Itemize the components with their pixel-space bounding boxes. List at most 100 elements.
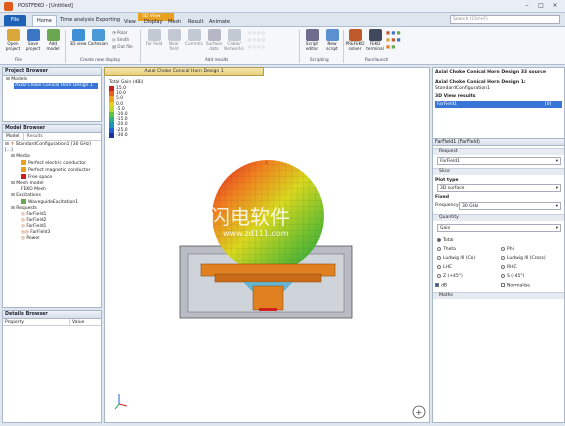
script-editor-button[interactable]: Script editor — [302, 29, 322, 51]
cartesian-graph-icon — [91, 29, 105, 41]
title-bar: POSTFEKO - [Untitled] – □ × — [0, 0, 565, 13]
details-browser-title: Details Browser — [3, 311, 101, 319]
waveguide-port — [259, 308, 277, 311]
quantity-radio[interactable]: Z (+45°) — [437, 272, 475, 281]
out-file-button[interactable]: ▤ Out file — [112, 44, 133, 49]
surface-data-button[interactable]: Surface data — [204, 29, 224, 51]
polar-button[interactable]: ◔ Polar — [112, 30, 127, 35]
feko-terminal-button[interactable]: FEKO terminal — [365, 29, 385, 51]
tab-file[interactable]: File — [4, 15, 26, 26]
smith-button[interactable]: ◎ Smith — [112, 37, 129, 42]
col-property: Property — [5, 320, 25, 325]
db-checkbox[interactable]: dB — [435, 283, 447, 289]
section-maths[interactable]: Maths — [433, 292, 564, 299]
maximize-button[interactable]: □ — [534, 2, 548, 10]
new-script-button[interactable]: New script — [322, 29, 342, 51]
config-icon: ♆ — [10, 142, 15, 147]
open-project-button[interactable]: Open project — [3, 29, 23, 51]
chevron-down-icon: ▾ — [555, 226, 558, 231]
prefeko-solver-button[interactable]: PREFEKO solver — [345, 29, 365, 51]
tree-item-request[interactable]: ◎ Power — [21, 236, 99, 242]
axis-z-label: z — [265, 160, 268, 166]
group-label-create: Create new display — [80, 57, 121, 62]
request-dropdown[interactable]: FarField1 ▾ — [437, 157, 561, 165]
launch-icons[interactable]: ■ ■ ■ — [386, 30, 401, 35]
result-row-farfield1[interactable]: FarField1 [0] — [435, 101, 562, 108]
ribbon-separator — [343, 30, 344, 63]
ribbon-separator — [65, 30, 66, 63]
far-field-icon — [147, 29, 161, 41]
frequency-dropdown[interactable]: 30 GHz ▾ — [459, 202, 561, 210]
section-request[interactable]: Request — [433, 148, 564, 155]
axis-triad-y — [114, 403, 120, 410]
frequency-label: Frequency — [435, 203, 459, 208]
tree-item-model[interactable]: Axial Choke Conical Horn Design 1 — [14, 83, 98, 89]
quantity-radio[interactable]: LHC — [437, 263, 475, 272]
section-slice[interactable]: Slice — [433, 168, 564, 175]
add-model-button[interactable]: Add model — [43, 29, 63, 51]
quantity-radio[interactable]: Phi — [501, 245, 546, 254]
quantity-radio[interactable]: RHC — [501, 263, 546, 272]
script-editor-icon — [305, 29, 319, 41]
plot-type-label: Plot type — [435, 178, 459, 183]
power-icon: ◎ — [21, 236, 25, 241]
tree-item-media-pmc[interactable]: Perfect magnetic conductor — [21, 167, 99, 174]
cable-networks-button[interactable]: Cable/ Networks — [224, 29, 244, 51]
3d-view-button[interactable]: 3D view — [68, 29, 88, 47]
tree-item-waveguide-excitation[interactable]: WaveguideExcitation1 — [21, 199, 99, 206]
plot-type-dropdown[interactable]: 3D surface ▾ — [437, 184, 561, 192]
excitation-icon — [21, 199, 26, 204]
legend-title: Total Gain (dBi) — [109, 80, 144, 85]
quantity-radio[interactable]: Total — [437, 236, 475, 245]
cartesian-button[interactable]: Cartesian — [88, 29, 108, 47]
config-label: StandardConfiguration1 — [435, 86, 490, 91]
project-browser: Project Browser ⊟ Models Axial Choke Con… — [2, 67, 102, 122]
surface-data-icon — [207, 29, 221, 41]
far-field-icon: ◎◎ — [21, 230, 29, 235]
3d-scene[interactable]: z 闪电软件 www.zd111.com + — [105, 68, 431, 424]
chevron-down-icon: ▾ — [555, 159, 558, 164]
plus-icon: + — [416, 408, 423, 417]
viewport-tab[interactable]: Axial Choke Conical Horn Design 1 — [104, 67, 264, 76]
model-browser: Model Browser Model Results ⊟ ♆ StandardC… — [2, 124, 102, 308]
swatch-icon — [21, 174, 26, 179]
watermark-url: www.zd111.com — [223, 229, 289, 238]
tree-item-media-free-space[interactable]: Free space — [21, 174, 99, 181]
section-quantity[interactable]: Quantity — [433, 214, 564, 221]
terminal-icon — [368, 29, 382, 41]
currents-icon — [187, 29, 201, 41]
search-input[interactable]: Search (Ctrl+F) — [450, 15, 560, 24]
tab-home[interactable]: Home — [32, 15, 57, 26]
horn-flange-lower — [214, 273, 322, 283]
tree-item-media-pec[interactable]: Perfect electric conductor — [21, 160, 99, 167]
3d-viewport[interactable]: z 闪电软件 www.zd111.com + Total Gain (dBi) … — [104, 67, 430, 423]
minimize-button[interactable]: – — [520, 2, 534, 10]
far-field-button[interactable]: Far field — [144, 29, 164, 47]
group-label-scripting: Scripting — [310, 57, 329, 62]
save-project-button[interactable]: Save project — [23, 29, 43, 51]
close-button[interactable]: × — [548, 2, 562, 10]
quantity-radio[interactable]: Ludwig III (Cross) — [501, 254, 546, 263]
near-field-button[interactable]: Near field — [164, 29, 184, 51]
window-title: POSTFEKO - [Untitled] — [18, 3, 73, 9]
add-model-icon — [46, 29, 60, 41]
group-label-run: Run/launch — [365, 57, 389, 62]
tab-model[interactable]: Model — [3, 133, 24, 140]
quantity-radio[interactable]: Ludwig III (Co) — [437, 254, 475, 263]
normalise-checkbox[interactable]: Normalise — [501, 283, 530, 289]
tree-item-config[interactable]: ⊟ ♆ StandardConfiguration1 [30 GHz] [...… — [5, 142, 99, 154]
details-browser: Details Browser Property Value — [2, 310, 102, 423]
quantity-radio[interactable]: Theta — [437, 245, 475, 254]
waveguide-feed — [252, 285, 284, 311]
folder-icon — [6, 29, 20, 41]
properties-panel: Axial Choke Conical Horn Design 33 sourc… — [432, 67, 565, 423]
far-field-icon: ◎ — [21, 224, 25, 229]
legend: Total Gain (dBi) 15.0 10.0 5.0 0.0 -5.0 -10.0… — [109, 80, 143, 138]
save-icon — [26, 29, 40, 41]
watermark: 闪电软件 — [210, 205, 290, 229]
currents-button[interactable]: Currents — [184, 29, 204, 47]
quantity-dropdown[interactable]: Gain ▾ — [437, 224, 561, 232]
app-icon — [4, 2, 13, 11]
quantity-radio[interactable]: S (-45°) — [501, 272, 546, 281]
tab-results[interactable]: Results — [24, 133, 46, 140]
